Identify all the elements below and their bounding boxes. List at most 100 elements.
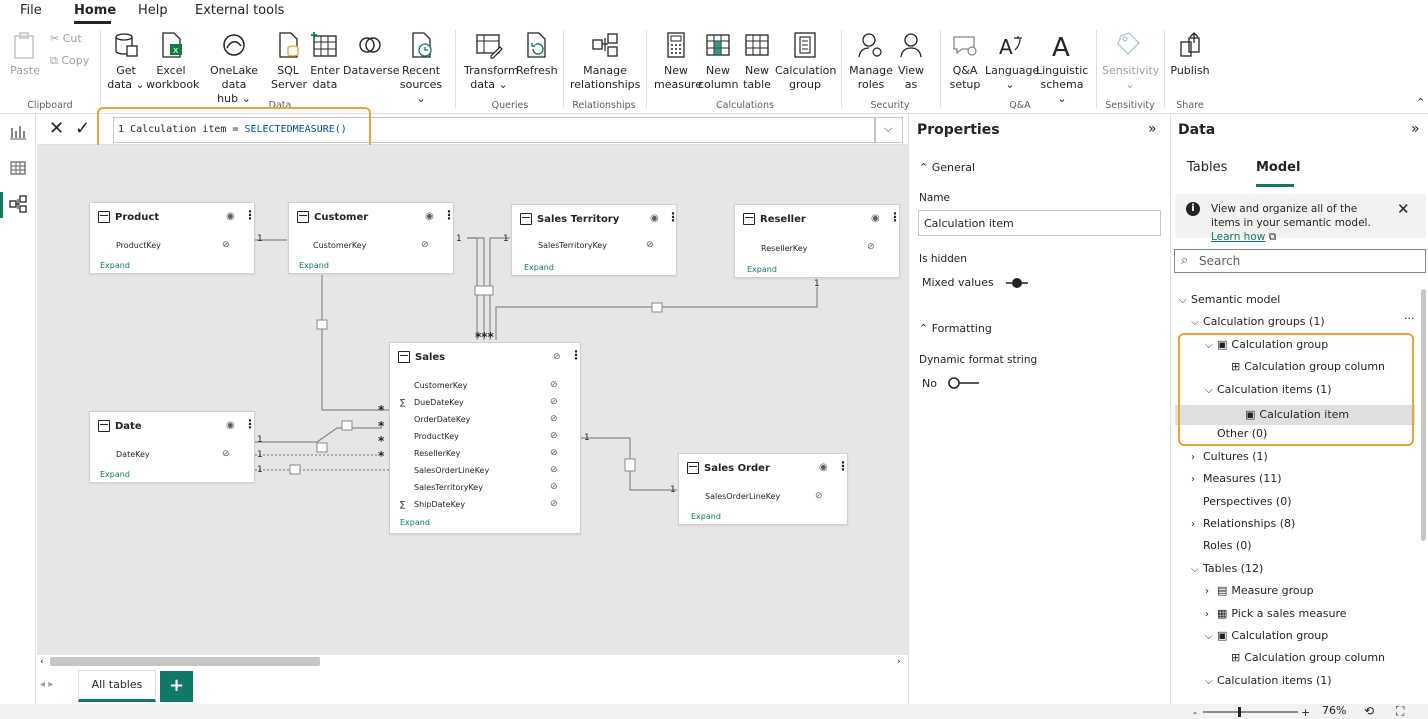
copy-button[interactable]: ⧉ Copy xyxy=(50,54,89,68)
report-view-icon[interactable] xyxy=(8,122,28,142)
table-card-sales[interactable]: Sales ⊘ ⋮ CustomerKey ∑ DueDateKey Order… xyxy=(389,342,582,534)
dataverse-button[interactable]: Dataverse xyxy=(343,28,400,78)
more-options-icon[interactable]: ⋮ xyxy=(667,210,679,224)
table-card-sales-order[interactable]: Sales Order ◉ ⋮ SalesOrderLineKey ⊘ Expa… xyxy=(678,453,849,525)
tree-item[interactable]: ⌵ Calculation items (1) xyxy=(1205,674,1332,687)
manage-roles-button[interactable]: Manage roles xyxy=(848,28,894,92)
sql-server-button[interactable]: SQL Server xyxy=(271,28,307,92)
tree-item[interactable]: › Relationships (8) xyxy=(1191,517,1295,530)
tree-item[interactable]: Perspectives (0) xyxy=(1191,495,1292,508)
chevron-down-icon[interactable]: ⌵ xyxy=(1179,295,1191,306)
qa-setup-button[interactable]: Q&A setup xyxy=(946,28,984,92)
table-card-product[interactable]: Product ◉ ⋮ ProductKey ⊘ Expand xyxy=(89,202,256,274)
chevron-down-icon[interactable]: ⌵ xyxy=(1191,317,1203,328)
more-options-icon[interactable]: ⋮ xyxy=(443,208,455,222)
tab-prev-icon[interactable]: ◂ ▸ xyxy=(40,679,53,690)
eye-icon[interactable]: ◉ xyxy=(871,213,880,224)
name-input[interactable]: Calculation item xyxy=(918,210,1161,236)
more-options-icon[interactable]: ⋮ xyxy=(889,210,901,224)
manage-relationships-button[interactable]: Manage relationships xyxy=(570,28,640,92)
more-options-icon[interactable]: ··· xyxy=(1404,312,1415,325)
collapse-ribbon-icon[interactable]: ⌃ xyxy=(1416,96,1425,109)
table-card-customer[interactable]: Customer ◉ ⋮ CustomerKey ⊘ Expand xyxy=(288,202,455,274)
chevron-down-icon[interactable]: ⌵ xyxy=(1191,564,1203,575)
is-hidden-toggle[interactable] xyxy=(1004,277,1030,289)
zoom-slider[interactable]: - + xyxy=(1193,706,1313,718)
chevron-right-icon[interactable]: › xyxy=(1205,609,1217,620)
dynamic-format-toggle[interactable] xyxy=(947,377,981,389)
chevron-down-icon[interactable]: ⌵ xyxy=(1205,676,1217,687)
eye-icon[interactable]: ◉ xyxy=(819,462,828,473)
tree-item[interactable]: › Measures (11) xyxy=(1191,472,1282,485)
more-options-icon[interactable]: ⋮ xyxy=(244,417,256,431)
scroll-left-icon[interactable]: ‹ xyxy=(40,657,44,667)
transform-data-button[interactable]: Transform data ⌄ xyxy=(464,28,519,92)
new-column-button[interactable]: New column xyxy=(698,28,739,92)
paste-button[interactable]: Paste xyxy=(8,28,42,78)
table-card-sales-territory[interactable]: Sales Territory ◉ ⋮ SalesTerritoryKey ⊘ … xyxy=(511,204,679,276)
horizontal-scrollbar[interactable] xyxy=(50,657,320,666)
add-layout-button[interactable]: + xyxy=(160,671,193,702)
menu-help[interactable]: Help xyxy=(138,3,168,18)
fit-to-screen-icon[interactable]: ⟲ xyxy=(1364,704,1374,718)
eye-icon[interactable]: ◉ xyxy=(650,213,659,224)
menu-home[interactable]: Home xyxy=(74,3,116,18)
tab-model[interactable]: Model xyxy=(1256,160,1300,175)
chevron-right-icon[interactable]: › xyxy=(1191,519,1203,530)
more-options-icon[interactable]: ⋮ xyxy=(837,459,849,473)
onelake-data-hub-button[interactable]: OneLake data hub ⌄ xyxy=(198,28,270,106)
tree-item[interactable]: ⌵ Semantic model xyxy=(1179,293,1280,306)
menu-external-tools[interactable]: External tools xyxy=(195,3,284,18)
calculation-group-button[interactable]: Calculation group xyxy=(775,28,836,92)
eye-icon[interactable]: ◉ xyxy=(425,211,434,222)
sensitivity-button[interactable]: Sensitivity ⌄ xyxy=(1102,28,1159,92)
chevron-right-icon[interactable]: › xyxy=(1205,586,1217,597)
chevron-down-icon[interactable]: ⌵ xyxy=(1205,631,1217,642)
table-card-reseller[interactable]: Reseller ◉ ⋮ ResellerKey ⊘ Expand xyxy=(734,204,901,278)
excel-workbook-button[interactable]: x Excel workbook xyxy=(146,28,199,92)
vertical-scrollbar[interactable] xyxy=(1421,289,1426,541)
model-canvas[interactable]: Product ◉ ⋮ ProductKey ⊘ Expand 1 Custom… xyxy=(37,145,908,655)
tab-tables[interactable]: Tables xyxy=(1187,160,1227,175)
chevron-right-icon[interactable]: › xyxy=(1191,474,1203,485)
view-as-button[interactable]: View as xyxy=(896,28,926,92)
expand-link[interactable]: Expand xyxy=(299,261,329,270)
more-options-icon[interactable]: ⋮ xyxy=(570,348,582,362)
refresh-button[interactable]: Refresh xyxy=(516,28,558,78)
tree-item[interactable]: ⌵ ▣ Calculation group xyxy=(1205,629,1328,642)
fullscreen-icon[interactable]: ⛶ xyxy=(1396,704,1404,719)
model-view-icon[interactable] xyxy=(8,194,28,214)
expand-link[interactable]: Expand xyxy=(100,261,130,270)
publish-button[interactable]: Publish xyxy=(1170,28,1210,78)
scroll-right-icon[interactable]: › xyxy=(897,657,901,667)
expand-formula-button[interactable]: ⌵ xyxy=(875,117,903,143)
cancel-icon[interactable]: ✕ xyxy=(49,118,64,139)
language-button[interactable]: A Language ⌄ xyxy=(985,28,1039,92)
expand-link[interactable]: Expand xyxy=(400,518,430,527)
more-options-icon[interactable]: ⋮ xyxy=(244,208,256,222)
tree-item[interactable]: › ▤ Measure group xyxy=(1205,584,1314,597)
table-view-icon[interactable] xyxy=(8,158,28,178)
cut-button[interactable]: ✂ Cut xyxy=(50,32,82,46)
linguistic-schema-button[interactable]: A Linguistic schema ⌄ xyxy=(1036,28,1088,106)
section-formatting[interactable]: ⌃ Formatting xyxy=(919,322,992,335)
menu-file[interactable]: File xyxy=(20,3,42,18)
close-icon[interactable]: ✕ xyxy=(1397,200,1410,218)
expand-link[interactable]: Expand xyxy=(100,470,130,479)
tree-item[interactable]: ⊞ Calculation group column xyxy=(1219,651,1385,664)
section-general[interactable]: ⌃ General xyxy=(919,161,975,174)
tree-item[interactable]: ⌵ Tables (12) xyxy=(1191,562,1263,575)
table-card-date[interactable]: Date ◉ ⋮ DateKey ⊘ Expand xyxy=(89,411,256,483)
new-measure-button[interactable]: New measure xyxy=(654,28,702,92)
get-data-button[interactable]: Get data ⌄ xyxy=(106,28,146,92)
eye-icon[interactable]: ◉ xyxy=(226,420,235,431)
search-input[interactable]: ⌕ Search xyxy=(1174,249,1426,273)
tree-item[interactable]: ⌵ Calculation groups (1) xyxy=(1191,315,1325,328)
chevron-right-icon[interactable]: › xyxy=(1191,452,1203,463)
eye-icon[interactable]: ◉ xyxy=(226,211,235,222)
tree-item[interactable]: › ▦ Pick a sales measure xyxy=(1205,607,1347,620)
expand-link[interactable]: Expand xyxy=(747,265,777,274)
collapse-properties-icon[interactable]: » xyxy=(1148,121,1157,137)
expand-link[interactable]: Expand xyxy=(524,263,554,272)
expand-link[interactable]: Expand xyxy=(691,512,721,521)
